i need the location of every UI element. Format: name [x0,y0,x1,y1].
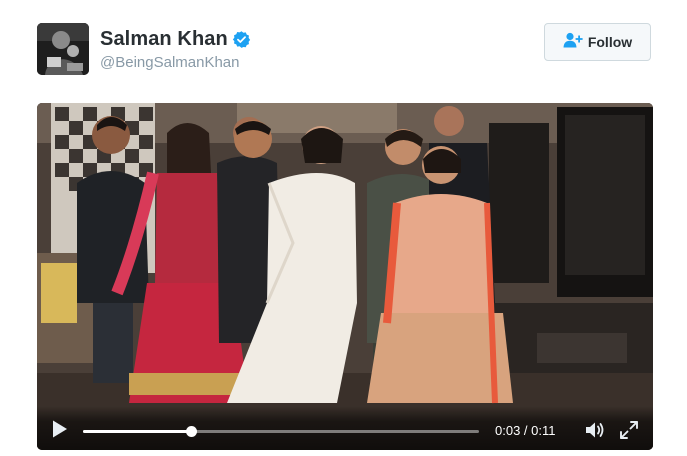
author-name-row[interactable]: Salman Khan [100,28,251,51]
progress-bar-fill [83,430,192,433]
progress-bar[interactable] [83,426,479,437]
volume-icon [586,422,604,438]
play-button[interactable] [51,419,69,439]
avatar[interactable] [37,23,89,75]
author-display-name[interactable]: Salman Khan [100,28,228,51]
play-icon [53,420,67,438]
follow-button[interactable]: Follow [544,23,651,61]
author-handle[interactable]: @BeingSalmanKhan [100,54,239,71]
video-player[interactable]: 0:03 / 0:11 [37,103,653,450]
follow-button-label: Follow [587,34,633,50]
avatar-image [37,23,89,75]
fullscreen-button[interactable] [619,420,639,440]
video-controls: 0:03 / 0:11 [37,406,653,450]
video-frame [37,103,653,450]
embedded-tweet: Salman Khan @BeingSalmanKhan Follow 0:03… [0,0,687,456]
progress-scrubber-handle[interactable] [186,426,198,437]
time-display: 0:03 / 0:11 [495,423,556,438]
verified-badge-icon [232,30,251,49]
add-user-icon [563,32,583,53]
volume-button[interactable] [585,420,607,440]
expand-icon [620,421,638,439]
